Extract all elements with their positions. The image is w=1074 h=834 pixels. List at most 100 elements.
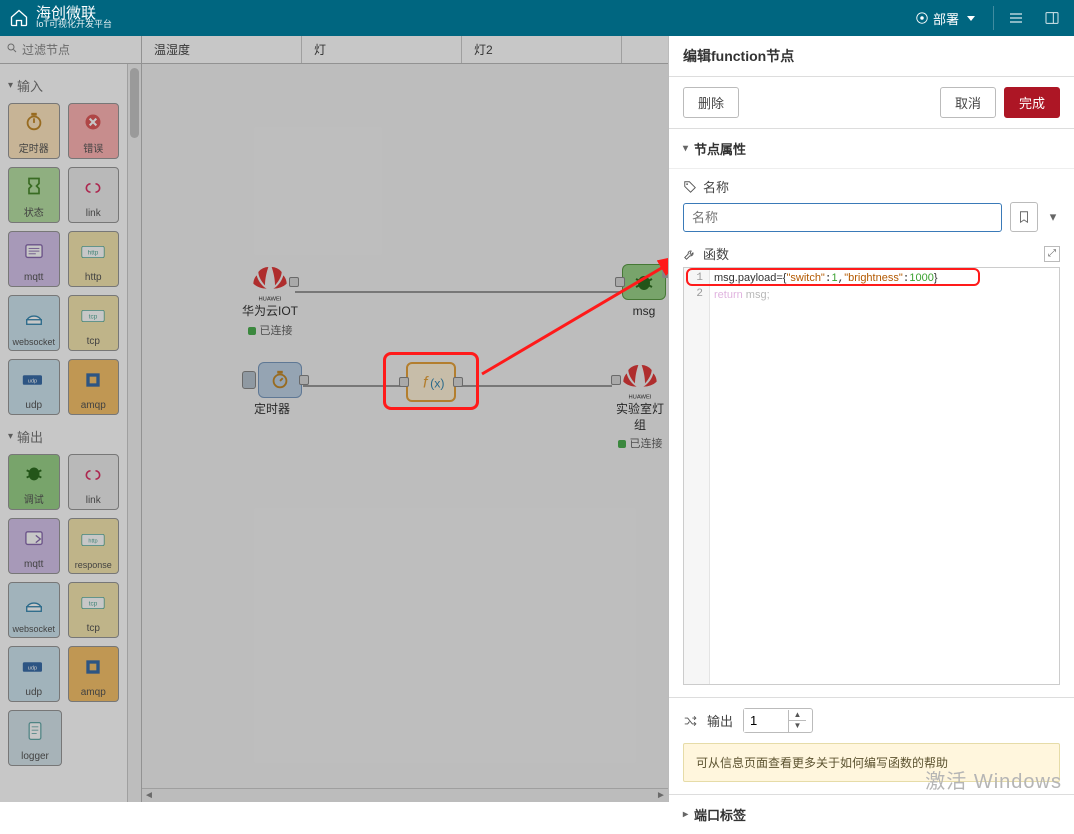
scrollbar-thumb[interactable] — [130, 68, 139, 138]
section-node-properties[interactable]: ▾ 节点属性 — [669, 129, 1074, 169]
label-output: 输出 — [707, 711, 733, 730]
palette-node-amqp-in[interactable]: amqp — [68, 359, 120, 415]
section-port-labels[interactable]: ▸ 端口标签 — [669, 794, 1074, 834]
palette-node-udp-in[interactable]: udpudp — [8, 359, 60, 415]
palette-list[interactable]: ▾输入 定时器 错误 状态 link mqtt httphttp websock… — [0, 64, 127, 802]
brand-subtitle: IoT可视化开发平台 — [36, 20, 112, 30]
workspace: 温湿度 灯 灯2 HUAWEI — [142, 36, 668, 802]
node-function[interactable]: f(x) — [406, 362, 456, 402]
deploy-button[interactable]: 部署 — [905, 5, 985, 32]
palette-node-debug[interactable]: 调试 — [8, 454, 60, 510]
palette-category-input[interactable]: ▾输入 — [2, 68, 125, 99]
tab-2[interactable]: 灯 — [302, 36, 462, 63]
filter-placeholder: 过滤节点 — [22, 41, 70, 58]
input-port[interactable] — [615, 277, 625, 287]
deploy-label: 部署 — [933, 9, 959, 28]
svg-text:tcp: tcp — [89, 313, 98, 320]
palette-filter[interactable]: 过滤节点 — [0, 36, 141, 64]
expand-editor-button[interactable]: ⤢ — [1044, 246, 1060, 262]
output-count-stepper[interactable]: ▲▼ — [743, 708, 813, 733]
menu-icon[interactable] — [1002, 4, 1030, 32]
chevron-down-icon: ▾ — [8, 431, 13, 442]
step-down-icon[interactable]: ▼ — [788, 721, 806, 732]
label-name: 名称 — [683, 177, 1060, 196]
editor-gutter: 12 — [684, 268, 710, 684]
palette-sidebar: 过滤节点 ▾输入 定时器 错误 状态 link mqtt httphttp we… — [0, 36, 142, 802]
palette-node-websocket-in[interactable]: websocket — [8, 295, 60, 351]
chevron-down-icon: ▾ — [8, 80, 13, 91]
output-count-input[interactable] — [744, 709, 788, 732]
output-row: 输出 ▲▼ — [669, 697, 1074, 743]
palette-category-output[interactable]: ▾输出 — [2, 419, 125, 450]
name-input[interactable] — [683, 203, 1002, 232]
top-bar: 海创微联 IoT可视化开发平台 部署 — [0, 0, 1074, 36]
palette-node-logger[interactable]: logger — [8, 710, 62, 766]
editor-content[interactable]: msg.payload={"switch":1,"brightness":100… — [684, 268, 1059, 304]
edit-panel-title: 编辑function节点 — [669, 36, 1074, 77]
palette-node-udp-out[interactable]: udpudp — [8, 646, 60, 702]
tag-icon — [683, 180, 697, 194]
svg-text:HUAWEI: HUAWEI — [258, 296, 281, 302]
step-up-icon[interactable]: ▲ — [788, 710, 806, 721]
output-port[interactable] — [289, 277, 299, 287]
divider — [993, 6, 994, 30]
bookmark-addon-button[interactable] — [1010, 202, 1038, 232]
svg-text:udp: udp — [27, 378, 36, 384]
chevron-right-icon: ▸ — [683, 809, 688, 820]
palette-node-amqp-out[interactable]: amqp — [68, 646, 120, 702]
shuffle-icon — [683, 714, 697, 728]
brand: 海创微联 IoT可视化开发平台 — [36, 6, 112, 30]
dropdown-caret-icon[interactable]: ▾ — [1046, 202, 1060, 232]
flow-canvas[interactable]: HUAWEI 华为云IOT 已连接 — [142, 64, 668, 802]
palette-node-link-out[interactable]: link — [68, 454, 120, 510]
label-function: 函数 — [683, 244, 729, 263]
delete-button[interactable]: 删除 — [683, 87, 739, 118]
input-port[interactable] — [611, 375, 621, 385]
node-label: msg — [633, 304, 656, 320]
editor-hint: 可从信息页面查看更多关于如何编写函数的帮助 — [683, 743, 1060, 782]
palette-node-http-in[interactable]: httphttp — [68, 231, 120, 287]
function-code-editor[interactable]: 12 msg.payload={"switch":1,"brightness":… — [683, 267, 1060, 685]
palette-node-tcp-in[interactable]: tcptcp — [68, 295, 120, 351]
palette-node-websocket-out[interactable]: websocket — [8, 582, 60, 638]
palette-node-link-in[interactable]: link — [68, 167, 120, 223]
input-port[interactable] — [399, 377, 409, 387]
svg-text:udp: udp — [27, 665, 36, 671]
palette-node-timer[interactable]: 定时器 — [8, 103, 60, 159]
svg-text:http: http — [88, 249, 99, 256]
svg-text:HUAWEI: HUAWEI — [628, 394, 651, 400]
palette-node-error[interactable]: 错误 — [68, 103, 120, 159]
node-status: 已连接 — [618, 435, 663, 451]
svg-text:http: http — [89, 538, 98, 544]
node-lightgroup[interactable]: HUAWEI 实验室灯组 已连接 — [612, 362, 668, 451]
output-port[interactable] — [299, 375, 309, 385]
inject-button[interactable] — [242, 371, 256, 389]
palette-scrollbar[interactable] — [127, 64, 141, 802]
svg-text:tcp: tcp — [89, 600, 98, 607]
output-port[interactable] — [453, 377, 463, 387]
wrench-icon — [683, 247, 697, 261]
tab-bar: 温湿度 灯 灯2 — [142, 36, 668, 64]
sidebar-toggle-icon[interactable] — [1038, 4, 1066, 32]
canvas-h-scrollbar[interactable]: ◄ ► — [142, 788, 668, 802]
node-huawei-iot[interactable]: HUAWEI 华为云IOT 已连接 — [242, 264, 298, 338]
caret-down-icon[interactable] — [967, 16, 975, 21]
palette-node-status[interactable]: 状态 — [8, 167, 60, 223]
node-label: 华为云IOT — [242, 304, 298, 320]
palette-node-response[interactable]: httpresponse — [68, 518, 120, 574]
cancel-button[interactable]: 取消 — [940, 87, 996, 118]
done-button[interactable]: 完成 — [1004, 87, 1060, 118]
chevron-down-icon: ▾ — [683, 143, 688, 154]
node-msg[interactable]: msg — [622, 264, 666, 320]
palette-node-mqtt-in[interactable]: mqtt — [8, 231, 60, 287]
scroll-right-icon[interactable]: ► — [654, 789, 668, 802]
palette-node-mqtt-out[interactable]: mqtt — [8, 518, 60, 574]
tab-1[interactable]: 温湿度 — [142, 36, 302, 63]
palette-node-tcp-out[interactable]: tcptcp — [68, 582, 120, 638]
scroll-left-icon[interactable]: ◄ — [142, 789, 156, 802]
tab-3[interactable]: 灯2 — [462, 36, 622, 63]
node-label: 定时器 — [254, 402, 290, 418]
search-icon — [6, 42, 18, 57]
node-timer[interactable]: 定时器 — [242, 362, 302, 418]
node-status: 已连接 — [248, 322, 293, 338]
